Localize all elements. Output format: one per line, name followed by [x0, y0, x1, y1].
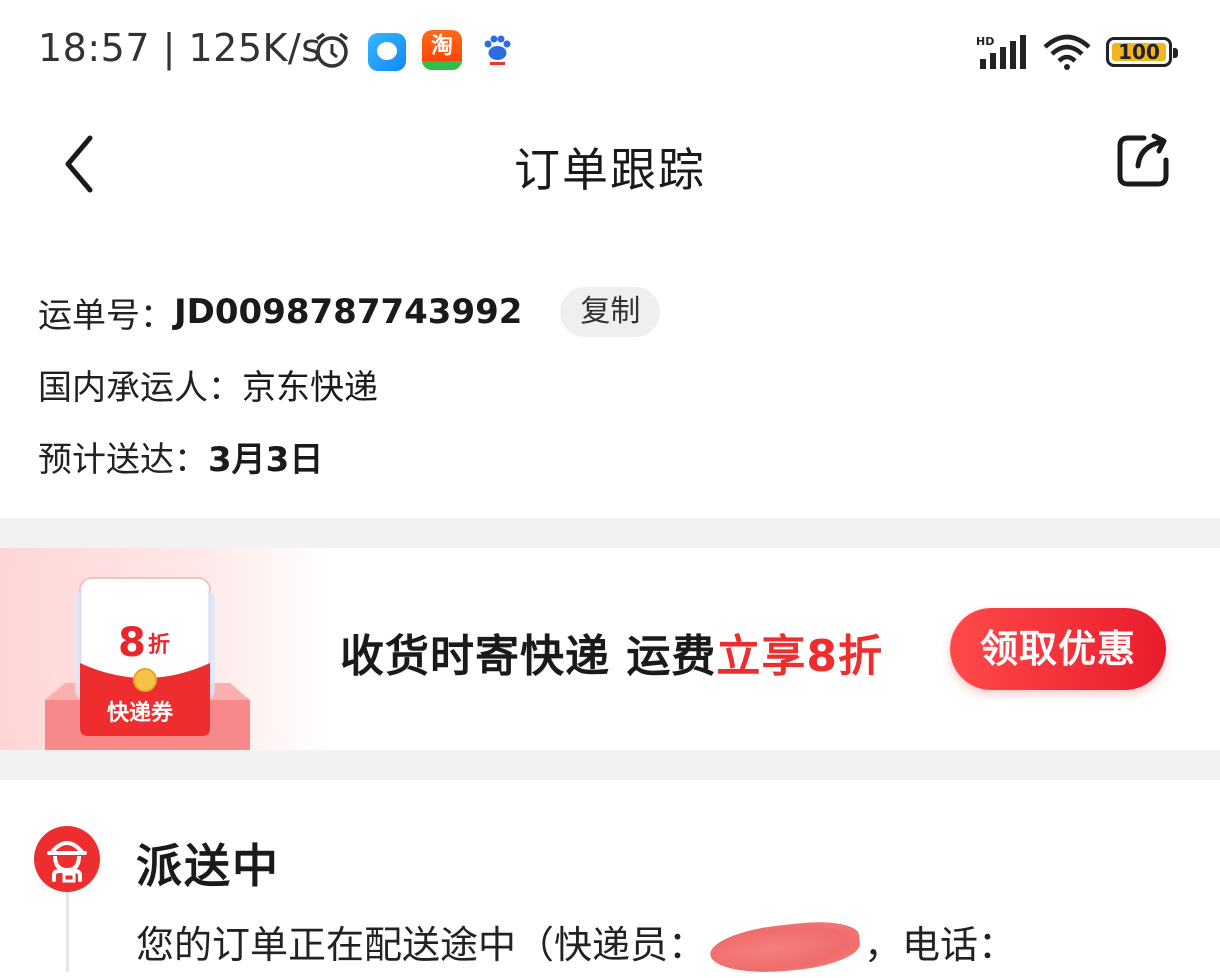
svg-text:快递券: 快递券 — [107, 700, 174, 726]
claim-offer-button[interactable]: 领取优惠 — [950, 608, 1166, 690]
blue-app-icon — [368, 33, 406, 71]
waybill-number: JD0098787743992 — [174, 292, 523, 332]
status-time: 18:57 | 125K/s — [38, 26, 322, 70]
share-icon[interactable] — [1114, 132, 1172, 190]
estimate-row: 预计送达： 3月3日 — [38, 420, 1188, 492]
tracking-section: 派送中 您的订单正在配送途中（快递员： ，电话： — [0, 780, 1220, 978]
promo-banner[interactable]: 8 折 快递券 收货时寄快递 运费立享8折 领取优惠 — [0, 548, 1220, 750]
svg-text:HD: HD — [976, 35, 994, 48]
tracking-description: 您的订单正在配送途中（快递员： ，电话： — [136, 914, 1016, 978]
taobao-icon: 淘 — [422, 30, 462, 70]
battery-level: 100 — [1118, 40, 1160, 64]
baidu-icon — [484, 35, 511, 65]
tracking-status: 派送中 — [136, 839, 280, 893]
status-bar: 18:57 | 125K/s 淘 HD 100 — [0, 0, 1220, 100]
page-title: 订单跟踪 — [514, 143, 706, 197]
promo-text: 收货时寄快递 运费立享8折 — [340, 631, 883, 682]
page-header: 订单跟踪 — [0, 110, 1220, 220]
battery-icon: 100 — [1106, 37, 1178, 67]
copy-button[interactable]: 复制 — [560, 287, 661, 337]
waybill-row: 运单号： JD0098787743992 复制 — [38, 276, 1188, 348]
coupon-icon: 8 折 快递券 — [45, 577, 250, 750]
signal-icon: HD — [976, 35, 1026, 69]
carrier-row: 国内承运人： 京东快递 — [38, 348, 1188, 420]
svg-text:折: 折 — [148, 633, 170, 658]
order-info: 运单号： JD0098787743992 复制 国内承运人： 京东快递 预计送达… — [38, 276, 1188, 492]
estimate-date: 3月3日 — [208, 439, 324, 480]
alarm-icon — [315, 32, 349, 68]
carrier-label: 国内承运人： — [38, 367, 242, 408]
promo-highlight: 立享8折 — [716, 631, 883, 682]
section-divider — [0, 750, 1220, 780]
waybill-label: 运单号： — [38, 295, 174, 336]
courier-icon — [34, 826, 100, 892]
timeline-line — [66, 892, 69, 972]
section-divider — [0, 518, 1220, 548]
carrier-name: 京东快递 — [242, 367, 378, 408]
estimate-label: 预计送达： — [38, 439, 208, 480]
status-right: HD 100 — [976, 32, 1178, 72]
svg-text:8: 8 — [118, 620, 146, 666]
wifi-icon — [1043, 34, 1091, 70]
